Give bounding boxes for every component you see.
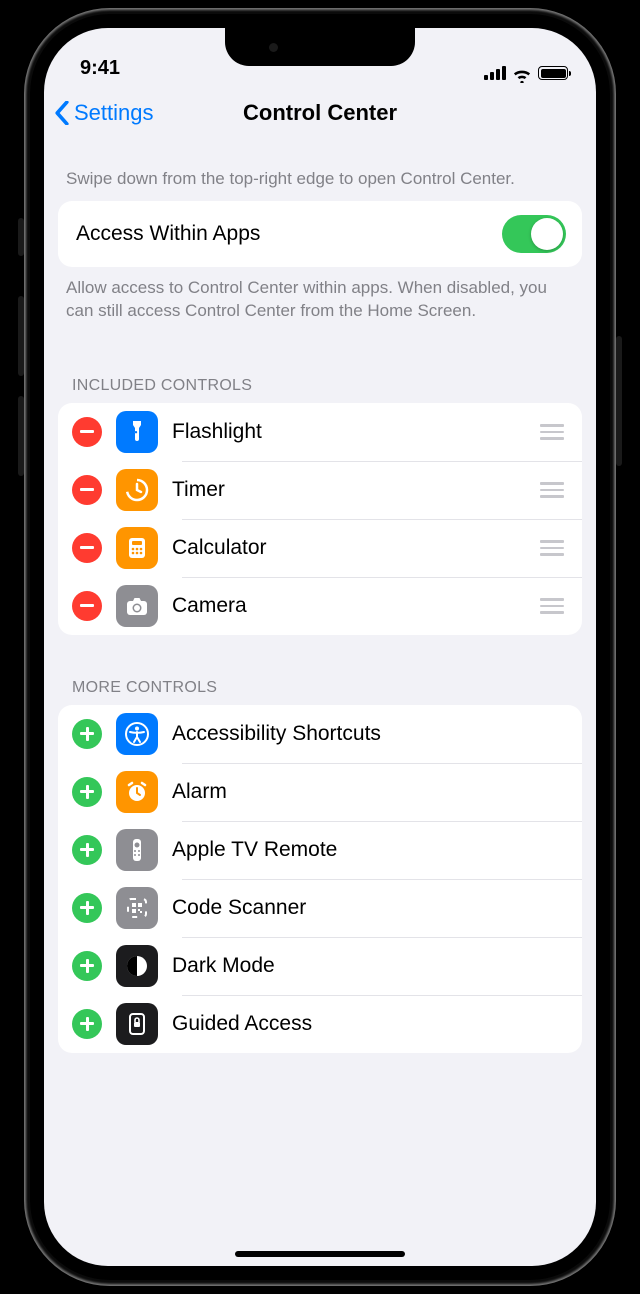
- remove-control-button[interactable]: [72, 417, 102, 447]
- control-row: Alarm: [58, 763, 582, 821]
- access-within-apps-footer: Allow access to Control Center within ap…: [44, 267, 596, 333]
- remove-control-button[interactable]: [72, 591, 102, 621]
- access-within-apps-label: Access Within Apps: [76, 222, 260, 246]
- plus-icon: [80, 901, 94, 915]
- remove-control-button[interactable]: [72, 533, 102, 563]
- calculator-icon: [116, 527, 158, 569]
- control-label: Camera: [172, 594, 526, 618]
- more-controls-group: Accessibility Shortcuts Alarm Apple TV Rem…: [58, 705, 582, 1053]
- darkmode-icon: [116, 945, 158, 987]
- drag-handle-icon[interactable]: [540, 482, 568, 498]
- back-label: Settings: [74, 100, 154, 126]
- access-within-apps-group: Access Within Apps: [58, 201, 582, 267]
- add-control-button[interactable]: [72, 777, 102, 807]
- plus-icon: [80, 1017, 94, 1031]
- more-controls-header: MORE CONTROLS: [44, 635, 596, 705]
- control-label: Accessibility Shortcuts: [172, 722, 568, 746]
- status-time: 9:41: [80, 57, 120, 80]
- control-label: Calculator: [172, 536, 526, 560]
- camera-icon: [116, 585, 158, 627]
- add-control-button[interactable]: [72, 893, 102, 923]
- accessibility-icon: [116, 713, 158, 755]
- add-control-button[interactable]: [72, 719, 102, 749]
- control-row: Guided Access: [58, 995, 582, 1053]
- add-control-button[interactable]: [72, 1009, 102, 1039]
- scroll-area[interactable]: Swipe down from the top-right edge to op…: [44, 144, 596, 1266]
- plus-icon: [80, 959, 94, 973]
- control-label: Code Scanner: [172, 896, 568, 920]
- wifi-icon: [512, 66, 532, 80]
- battery-icon: [538, 66, 568, 80]
- remove-control-button[interactable]: [72, 475, 102, 505]
- minus-icon: [80, 488, 94, 491]
- included-controls-group: Flashlight Timer Calculator Camera: [58, 403, 582, 635]
- included-controls-header: INCLUDED CONTROLS: [44, 333, 596, 403]
- timer-icon: [116, 469, 158, 511]
- control-row: Camera: [58, 577, 582, 635]
- control-row: Accessibility Shortcuts: [58, 705, 582, 763]
- minus-icon: [80, 546, 94, 549]
- qr-icon: [116, 887, 158, 929]
- control-row: Code Scanner: [58, 879, 582, 937]
- minus-icon: [80, 604, 94, 607]
- add-control-button[interactable]: [72, 951, 102, 981]
- plus-icon: [80, 727, 94, 741]
- alarm-icon: [116, 771, 158, 813]
- header-hint-text: Swipe down from the top-right edge to op…: [44, 144, 596, 201]
- drag-handle-icon[interactable]: [540, 598, 568, 614]
- control-row: Dark Mode: [58, 937, 582, 995]
- screen: 9:41 Settings Control Center Swipe down …: [44, 28, 596, 1266]
- page-title: Control Center: [243, 100, 397, 126]
- plus-icon: [80, 843, 94, 857]
- control-row: Calculator: [58, 519, 582, 577]
- drag-handle-icon[interactable]: [540, 424, 568, 440]
- flashlight-icon: [116, 411, 158, 453]
- chevron-left-icon: [54, 101, 70, 125]
- control-label: Timer: [172, 478, 526, 502]
- phone-hardware-frame: 9:41 Settings Control Center Swipe down …: [24, 8, 616, 1286]
- drag-handle-icon[interactable]: [540, 540, 568, 556]
- add-control-button[interactable]: [72, 835, 102, 865]
- control-label: Flashlight: [172, 420, 526, 444]
- control-row: Timer: [58, 461, 582, 519]
- plus-icon: [80, 785, 94, 799]
- control-label: Dark Mode: [172, 954, 568, 978]
- remote-icon: [116, 829, 158, 871]
- control-row: Flashlight: [58, 403, 582, 461]
- notch: [225, 28, 415, 66]
- control-row: Apple TV Remote: [58, 821, 582, 879]
- power-button: [616, 336, 622, 466]
- cellular-signal-icon: [484, 66, 506, 80]
- access-within-apps-toggle[interactable]: [502, 215, 566, 253]
- control-label: Guided Access: [172, 1012, 568, 1036]
- access-within-apps-row: Access Within Apps: [58, 201, 582, 267]
- minus-icon: [80, 430, 94, 433]
- home-indicator[interactable]: [235, 1251, 405, 1257]
- navigation-bar: Settings Control Center: [44, 82, 596, 144]
- control-label: Alarm: [172, 780, 568, 804]
- switch-knob: [531, 218, 563, 250]
- back-button[interactable]: Settings: [54, 100, 154, 126]
- guided-icon: [116, 1003, 158, 1045]
- control-label: Apple TV Remote: [172, 838, 568, 862]
